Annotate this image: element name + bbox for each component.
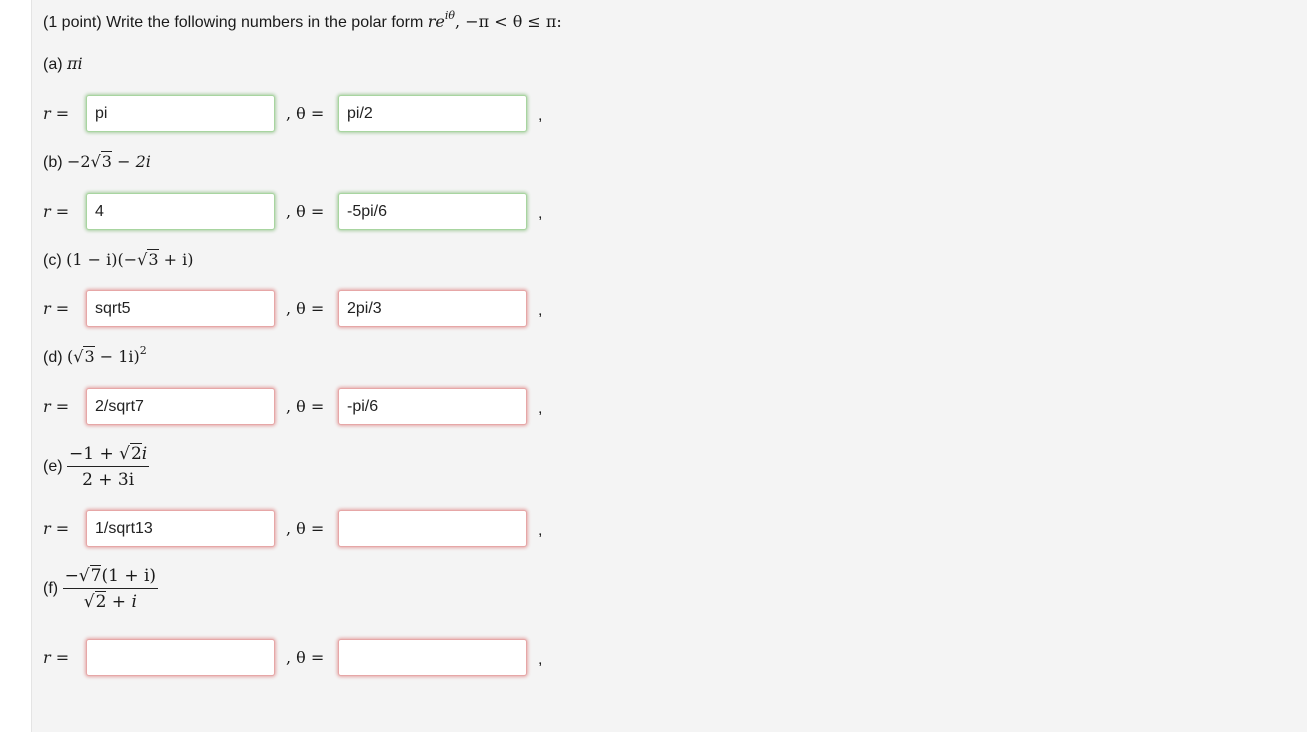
statement-text: (1 point) Write the following numbers in… [43,14,428,31]
trailing-comma: , [538,651,543,668]
problem-statement: (1 point) Write the following numbers in… [43,10,562,35]
part-e-prompt: (e) −1 + √2i 2 + 3i [43,443,150,490]
part-f-prompt: (f) −√7(1 + i) √2 + i [43,565,159,612]
part-a-r-input[interactable] [86,95,275,132]
fraction: −1 + √2i 2 + 3i [67,443,150,490]
part-a-theta-input[interactable] [338,95,527,132]
polar-form-expression: reiθ [427,9,456,31]
part-c-prompt: (c) (1 − i)(−√3 + i) [43,249,194,269]
part-a-prompt: (a) πi [43,54,83,73]
part-c-theta-input[interactable] [338,290,527,327]
r-label: r = [43,104,70,123]
trailing-comma: , [538,302,543,319]
theta-label: , θ = [286,648,325,667]
theta-label: , θ = [286,202,325,221]
trailing-comma: , [538,107,543,124]
trailing-comma: , [538,522,543,539]
part-c-r-input[interactable] [86,290,275,327]
part-b-r-input[interactable] [86,193,275,230]
part-f-theta-input[interactable] [338,639,527,676]
fraction: −√7(1 + i) √2 + i [62,565,159,612]
part-d-prompt: (d) (√3 − 1i)2 [43,344,147,366]
theta-label: , θ = [286,299,325,318]
part-f-r-input[interactable] [86,639,275,676]
r-label: r = [43,299,70,318]
theta-label: , θ = [286,519,325,538]
part-b-prompt: (b) −2√3 − 2i [43,151,151,171]
part-e-r-input[interactable] [86,510,275,547]
part-b-theta-input[interactable] [338,193,527,230]
r-label: r = [43,648,70,667]
part-e-theta-input[interactable] [338,510,527,547]
part-d-theta-input[interactable] [338,388,527,425]
theta-label: , θ = [286,397,325,416]
r-label: r = [43,202,70,221]
r-label: r = [43,519,70,538]
angle-range: , −π < θ ≤ π: [455,12,562,31]
trailing-comma: , [538,205,543,222]
part-d-r-input[interactable] [86,388,275,425]
r-label: r = [43,397,70,416]
theta-label: , θ = [286,104,325,123]
trailing-comma: , [538,400,543,417]
